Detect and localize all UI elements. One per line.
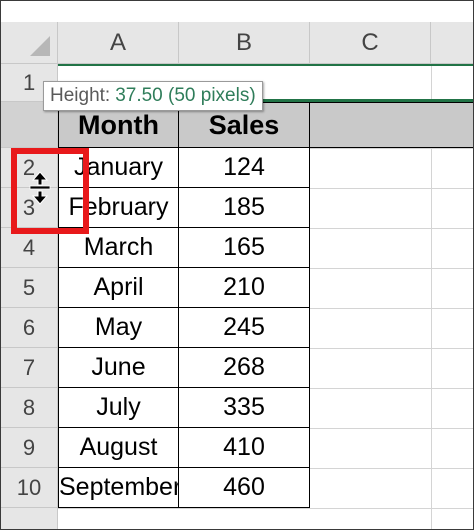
- column-header-c[interactable]: C: [310, 22, 431, 64]
- gridline: [310, 388, 473, 389]
- gridline: [310, 348, 473, 349]
- column-header-b[interactable]: B: [179, 22, 310, 64]
- row-resize-cursor-icon: [29, 171, 51, 205]
- column-header-a[interactable]: A: [58, 22, 179, 64]
- cell-sales[interactable]: 410: [179, 428, 310, 468]
- cell-sales[interactable]: 165: [179, 228, 310, 268]
- row-header-4[interactable]: 4: [1, 228, 58, 268]
- cell-sales[interactable]: 185: [179, 188, 310, 228]
- spreadsheet-window: A B C 1 2 3 4 5 6 7 8 9 10 Month Sales J…: [0, 0, 474, 530]
- cell-month[interactable]: June: [58, 348, 179, 388]
- cell-month[interactable]: April: [58, 268, 179, 308]
- gridline: [310, 308, 473, 309]
- tooltip-value: 37.50 (50 pixels): [115, 85, 256, 106]
- cell-sales[interactable]: 268: [179, 348, 310, 388]
- row-header-11[interactable]: [1, 508, 58, 529]
- selected-row-empty-cells[interactable]: [310, 102, 473, 148]
- gridline: [310, 188, 473, 189]
- select-all-triangle-icon: [30, 36, 50, 56]
- gridline: [310, 148, 473, 149]
- cell-sales[interactable]: 460: [179, 468, 310, 508]
- cell-month[interactable]: March: [58, 228, 179, 268]
- gridline: [310, 508, 473, 509]
- gridline: [310, 268, 473, 269]
- cell-month[interactable]: September: [58, 468, 179, 508]
- row-header-6[interactable]: 6: [1, 308, 58, 348]
- row-header-7[interactable]: 7: [1, 348, 58, 388]
- cell-sales[interactable]: 124: [179, 148, 310, 188]
- cell-month[interactable]: July: [58, 388, 179, 428]
- cell-month[interactable]: August: [58, 428, 179, 468]
- gridline: [310, 228, 473, 229]
- cell-month[interactable]: May: [58, 308, 179, 348]
- row-header-5[interactable]: 5: [1, 268, 58, 308]
- row-selection-top-border: [58, 64, 473, 66]
- cell-sales[interactable]: 210: [179, 268, 310, 308]
- row-height-tooltip: Height: 37.50 (50 pixels): [43, 81, 263, 111]
- tooltip-label: Height:: [50, 85, 111, 106]
- cell-sales[interactable]: 335: [179, 388, 310, 428]
- column-header-d[interactable]: [431, 22, 473, 64]
- gridline: [58, 508, 310, 509]
- row-header-9[interactable]: 9: [1, 428, 58, 468]
- row-header-8[interactable]: 8: [1, 388, 58, 428]
- row-header-10[interactable]: 10: [1, 468, 58, 508]
- gridline: [310, 428, 473, 429]
- cell-sales[interactable]: 245: [179, 308, 310, 348]
- gridline: [310, 468, 473, 469]
